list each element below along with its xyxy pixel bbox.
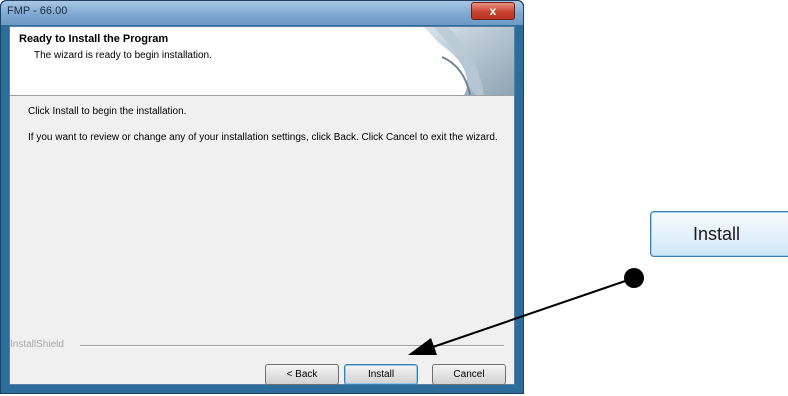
brand-label: InstallShield	[10, 339, 64, 350]
review-text: If you want to review or change any of y…	[28, 132, 498, 143]
title-bar[interactable]: FMP - 66.00 x	[1, 1, 523, 25]
install-button-zoomed[interactable]: Install	[650, 211, 788, 257]
cancel-button[interactable]: Cancel	[432, 364, 506, 385]
window-title: FMP - 66.00	[7, 5, 68, 17]
close-icon: x	[489, 4, 497, 18]
separator-line	[80, 345, 504, 347]
install-button[interactable]: Install	[344, 364, 418, 385]
dialog-client-area: Ready to Install the Program The wizard …	[9, 26, 515, 385]
instruction-text: Click Install to begin the installation.	[28, 106, 187, 117]
page-subtitle: The wizard is ready to begin installatio…	[34, 50, 212, 61]
installer-banner-icon	[424, 27, 514, 95]
installer-window: FMP - 66.00 x Ready to Install the Progr…	[0, 0, 524, 394]
page-title: Ready to Install the Program	[19, 33, 169, 45]
marker-dot-icon	[624, 268, 644, 288]
back-button[interactable]: < Back	[265, 364, 339, 385]
brand-separator: InstallShield	[10, 339, 504, 351]
close-button[interactable]: x	[471, 2, 515, 20]
wizard-header: Ready to Install the Program The wizard …	[10, 27, 514, 96]
